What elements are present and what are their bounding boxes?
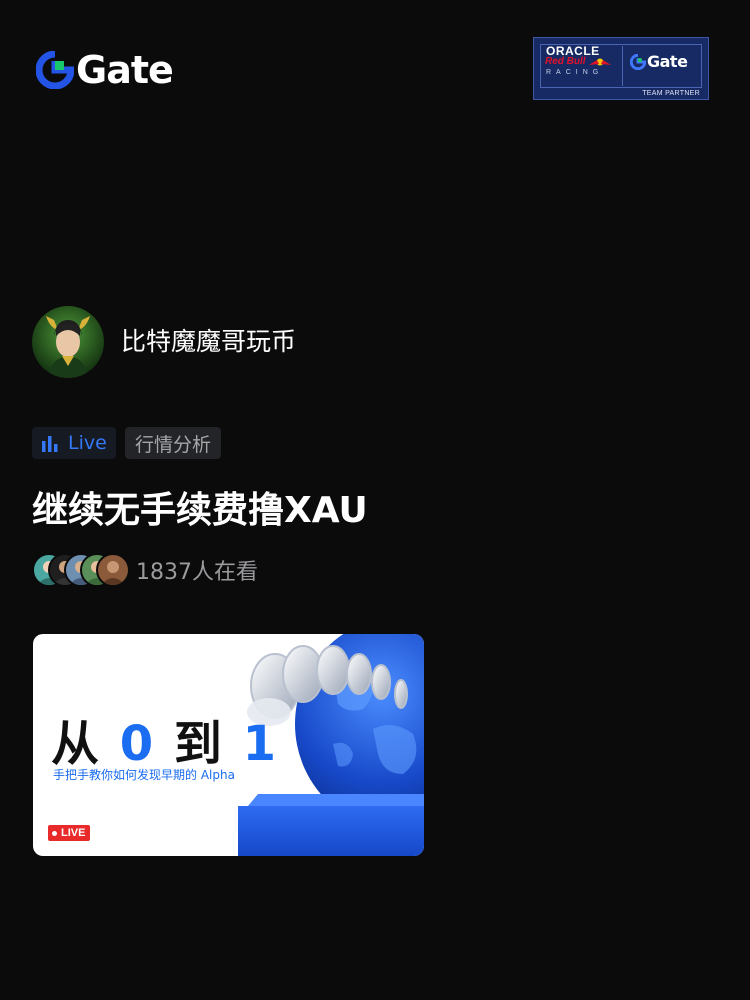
redbull-text: Red Bull	[545, 56, 586, 67]
viewer-count: 1837人在看	[136, 560, 258, 585]
cover-subtitle: 手把手教你如何发现早期的 Alpha	[53, 768, 235, 782]
live-dot-icon	[52, 830, 57, 836]
category-tag[interactable]: 行情分析	[125, 427, 221, 459]
bar-chart-icon	[42, 436, 58, 452]
partner-gate-logo: Gate	[630, 52, 688, 71]
racing-text: RACING	[546, 69, 604, 76]
gate-logo-icon	[36, 51, 74, 89]
live-tag-label: Live	[68, 432, 107, 454]
red-bulls-icon	[589, 58, 611, 66]
partner-divider	[622, 46, 623, 86]
live-badge: LIVE	[48, 825, 91, 841]
viewer-avatar	[96, 553, 130, 587]
viewer-info: 1837人在看	[32, 553, 258, 587]
viewer-avatar-stack	[32, 553, 130, 587]
avatar-icon	[32, 306, 104, 378]
live-tag: Live	[32, 427, 116, 459]
cover-headline-number: 1	[242, 716, 278, 772]
partner-gate-text: Gate	[647, 52, 688, 71]
cover-headline-text: 从	[51, 716, 102, 772]
streamer-avatar[interactable]	[32, 306, 104, 378]
stream-cover[interactable]: 从 0 到 1 手把手教你如何发现早期的 Alpha LIVE	[33, 634, 424, 856]
gate-logo-text: Gate	[76, 48, 174, 92]
stream-title: 继续无手续费撸XAU	[32, 490, 368, 531]
live-badge-text: LIVE	[61, 827, 86, 839]
cover-headline-text: 到	[173, 716, 224, 772]
team-partner-badge: ORACLE Red Bull RACING Gate TEAM PARTNER	[533, 37, 709, 100]
team-partner-text: TEAM PARTNER	[642, 90, 700, 97]
cover-headline: 从 0 到 1	[51, 704, 278, 774]
gate-logo-icon	[630, 53, 646, 70]
cover-headline-number: 0	[119, 716, 156, 772]
gate-logo: Gate	[36, 48, 174, 92]
streamer-name[interactable]: 比特魔魔哥玩币	[121, 325, 296, 359]
